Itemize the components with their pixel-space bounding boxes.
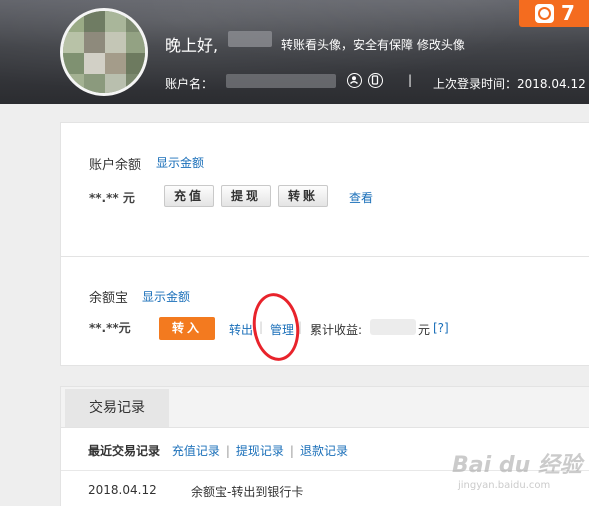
transaction-description[interactable]: 余额宝-转出到银行卡	[191, 483, 303, 500]
balance-amount: **.** 元	[89, 191, 135, 205]
security-tip: 转账看头像，安全有保障	[281, 38, 414, 52]
cumulative-income-label: 累计收益:	[310, 323, 363, 337]
withdraw-records-link[interactable]: 提现记录	[236, 444, 284, 458]
transfer-button[interactable]: 转账	[278, 185, 328, 207]
last-login-time: 上次登录时间：2018.04.12 2	[433, 77, 589, 91]
transactions-tab-bar: 交易记录	[61, 387, 589, 428]
divider: |	[225, 444, 230, 458]
transfer-out-link[interactable]: 转出	[229, 321, 253, 338]
watermark-url: jingyan.baidu.com	[458, 480, 551, 491]
account-name-redacted	[226, 74, 336, 88]
recharge-button[interactable]: 充值	[164, 185, 214, 207]
record-filters: 最近交易记录 充值记录 | 提现记录 | 退款记录	[88, 442, 348, 459]
recharge-records-link[interactable]: 充值记录	[172, 444, 220, 458]
account-balance-title: 账户余额	[89, 158, 142, 173]
withdraw-button[interactable]: 提现	[221, 185, 271, 207]
account-name-label: 账户名：	[165, 77, 214, 91]
divider: |	[289, 444, 294, 458]
notification-count: 7	[561, 1, 575, 25]
yuebao-card: 余额宝 显示金额 **.**元 转入 转出 | 管理 | 累计收益: 元 [?]	[60, 256, 589, 366]
view-link[interactable]: 查看	[349, 189, 373, 206]
account-balance-card: 账户余额 显示金额 **.** 元 充值 提现 转账 查看	[60, 122, 589, 256]
greeting-text: 晚上好,	[165, 36, 219, 55]
edit-avatar-link[interactable]: 修改头像	[417, 38, 465, 52]
show-balance-link[interactable]: 显示金额	[156, 154, 204, 171]
notification-badge[interactable]: 7	[519, 0, 589, 27]
recent-records-label: 最近交易记录	[88, 444, 161, 458]
avatar-tip: 转账看头像，安全有保障 修改头像	[281, 36, 465, 53]
username-redacted	[228, 31, 272, 47]
alarm-clock-icon	[535, 4, 554, 23]
header-separator: |	[408, 73, 413, 87]
transaction-date: 2018.04.12	[88, 483, 157, 497]
avatar[interactable]	[60, 8, 148, 96]
income-redacted	[370, 319, 416, 335]
yuebao-amount: **.**元	[89, 321, 131, 335]
user-profile-icon[interactable]	[347, 73, 362, 88]
yuebao-show-balance-link[interactable]: 显示金额	[142, 288, 190, 305]
income-unit: 元	[418, 323, 431, 337]
mobile-phone-icon[interactable]	[368, 73, 383, 88]
account-header: 晚上好, 转账看头像，安全有保障 修改头像 账户名： | 上次登录时间：2018…	[0, 0, 589, 104]
baidu-watermark: Bai du 经验	[452, 453, 582, 478]
income-help-link[interactable]: [?]	[433, 321, 449, 335]
transfer-in-button[interactable]: 转入	[159, 317, 215, 340]
yuebao-title: 余额宝	[89, 291, 129, 306]
refund-records-link[interactable]: 退款记录	[300, 444, 348, 458]
tab-transaction-records[interactable]: 交易记录	[65, 389, 169, 427]
